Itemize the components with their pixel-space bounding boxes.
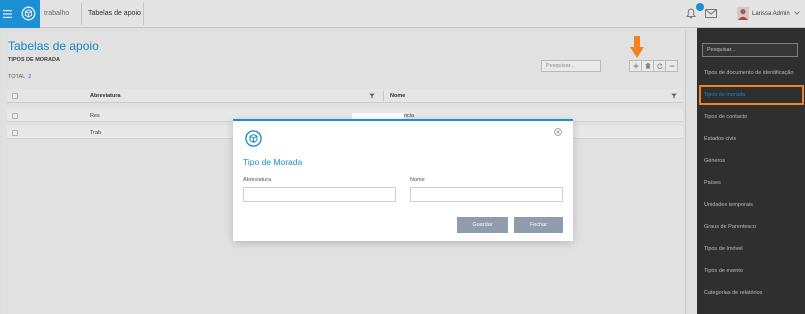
abreviatura-label: Abreviatura xyxy=(243,177,272,183)
close-icon[interactable] xyxy=(554,128,562,136)
nome-label: Nome xyxy=(410,177,425,183)
dialog-title: Tipo de Morada xyxy=(243,157,303,167)
dialog-logo-icon xyxy=(245,130,262,147)
close-button[interactable]: Fechar xyxy=(514,217,563,233)
annotation-arrow-down-icon xyxy=(630,36,644,59)
tipo-de-morada-dialog: Tipo de Morada Abreviatura Nome Guardar … xyxy=(233,119,573,241)
annotation-highlight-box xyxy=(699,85,804,105)
nome-input[interactable] xyxy=(410,187,563,202)
save-button[interactable]: Guardar xyxy=(457,217,508,233)
abreviatura-input[interactable] xyxy=(243,187,396,202)
